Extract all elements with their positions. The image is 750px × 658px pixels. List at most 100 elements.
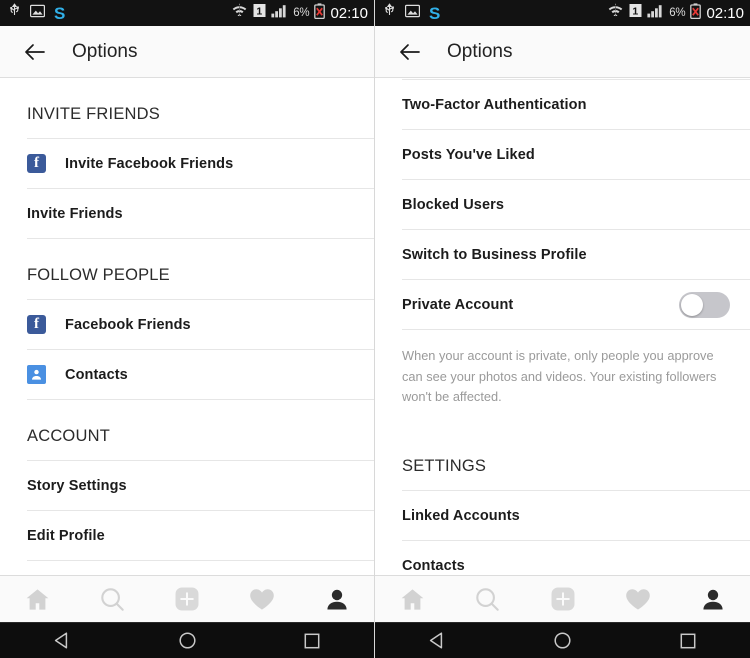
row-contacts[interactable]: Contacts	[0, 350, 374, 399]
dual-screenshot: S 1 6% 02:10 Options INVITE FRIENDS f In…	[0, 0, 750, 658]
row-label: Two-Factor Authentication	[402, 96, 587, 113]
private-account-helper-text: When your account is private, only peopl…	[402, 348, 717, 405]
add-post-icon	[551, 587, 574, 611]
row-label: Switch to Business Profile	[402, 246, 587, 263]
row-label: Private Account	[402, 296, 514, 313]
tab-profile[interactable]	[675, 588, 750, 611]
back-arrow-icon[interactable]	[397, 39, 423, 65]
row-invite-facebook-friends[interactable]: f Invite Facebook Friends	[0, 139, 374, 188]
battery-percent-label: 6%	[293, 7, 310, 19]
home-nav-icon	[178, 632, 196, 649]
nav-back-button[interactable]	[0, 631, 125, 650]
svg-text:1: 1	[633, 5, 639, 17]
signal-bars-icon	[271, 4, 288, 23]
left-screen: S 1 6% 02:10 Options INVITE FRIENDS f In…	[0, 0, 375, 658]
svg-text:1: 1	[257, 5, 263, 17]
status-bar-left: S	[383, 3, 440, 23]
row-invite-friends[interactable]: Invite Friends	[0, 189, 374, 238]
row-label: Posts You've Liked	[402, 146, 535, 163]
contacts-icon	[27, 365, 46, 384]
back-nav-icon	[429, 632, 443, 649]
search-icon	[100, 587, 124, 611]
battery-error-icon	[314, 2, 326, 24]
row-switch-to-business-profile[interactable]: Switch to Business Profile	[375, 230, 750, 279]
row-label: Facebook Friends	[65, 316, 191, 333]
wifi-icon	[607, 3, 624, 23]
page-title: Options	[447, 40, 513, 62]
left-settings-list[interactable]: INVITE FRIENDS f Invite Facebook Friends…	[0, 78, 374, 575]
nav-recents-button[interactable]	[249, 632, 374, 650]
clock-label: 02:10	[330, 4, 368, 22]
bottom-tab-bar[interactable]	[0, 575, 374, 622]
nav-recents-button[interactable]	[625, 632, 750, 650]
add-post-icon	[175, 587, 199, 611]
wifi-icon	[231, 3, 248, 23]
profile-icon	[326, 589, 347, 609]
section-header-follow-people: FOLLOW PEOPLE	[27, 266, 170, 284]
tab-add-post[interactable]	[525, 587, 600, 611]
row-label: Contacts	[65, 366, 128, 383]
status-bar-right: 1 6% 02:10	[607, 2, 744, 24]
clock-label: 02:10	[706, 4, 744, 22]
usb-icon	[383, 3, 396, 23]
recents-nav-icon	[680, 633, 695, 648]
status-bar: S 1 6% 02:10	[0, 0, 374, 26]
activity-heart-icon	[249, 588, 274, 610]
android-nav-bar[interactable]	[375, 622, 750, 658]
tab-profile[interactable]	[299, 588, 374, 611]
app-bar: Options	[375, 26, 750, 78]
nav-home-button[interactable]	[125, 631, 250, 650]
signal-bars-icon	[647, 4, 664, 23]
tab-activity[interactable]	[224, 588, 299, 611]
usb-icon	[8, 3, 21, 23]
row-story-settings[interactable]: Story Settings	[0, 461, 374, 510]
recents-nav-icon	[304, 633, 320, 648]
status-bar-right: 1 6% 02:10	[231, 2, 368, 24]
back-nav-icon	[54, 632, 67, 649]
tab-add-post[interactable]	[150, 587, 225, 611]
row-settings-contacts[interactable]: Contacts	[375, 541, 750, 575]
row-private-account[interactable]: Private Account	[375, 280, 750, 329]
screenshot-icon	[30, 4, 46, 23]
right-settings-list[interactable]: Two-Factor Authentication Posts You've L…	[375, 78, 750, 575]
row-two-factor-authentication[interactable]: Two-Factor Authentication	[375, 80, 750, 129]
profile-icon	[702, 589, 723, 609]
row-label: Blocked Users	[402, 196, 505, 213]
activity-heart-icon	[625, 588, 650, 610]
search-icon	[476, 587, 499, 611]
nav-back-button[interactable]	[375, 631, 500, 650]
bottom-tab-bar[interactable]	[375, 575, 750, 622]
row-facebook-friends[interactable]: f Facebook Friends	[0, 300, 374, 349]
home-icon	[26, 588, 49, 610]
section-header-settings: SETTINGS	[402, 457, 487, 476]
tab-search[interactable]	[75, 587, 150, 612]
row-posts-youve-liked[interactable]: Posts You've Liked	[375, 130, 750, 179]
facebook-icon: f	[27, 154, 46, 173]
toggle-knob	[681, 293, 703, 316]
divider	[27, 560, 374, 561]
row-blocked-users[interactable]: Blocked Users	[375, 180, 750, 229]
tab-home[interactable]	[375, 588, 450, 611]
android-nav-bar[interactable]	[0, 622, 374, 658]
back-arrow-icon[interactable]	[22, 39, 48, 65]
row-label: Edit Profile	[27, 527, 105, 544]
page-title: Options	[72, 40, 138, 62]
row-edit-profile[interactable]: Edit Profile	[0, 511, 374, 560]
nav-home-button[interactable]	[500, 631, 625, 650]
home-icon	[401, 588, 424, 610]
status-bar: S 1 6% 02:10	[375, 0, 750, 26]
section-header-invite-friends: INVITE FRIENDS	[27, 105, 160, 123]
tab-activity[interactable]	[600, 588, 675, 611]
screenshot-icon	[405, 4, 421, 23]
status-bar-left: S	[8, 3, 65, 23]
row-linked-accounts[interactable]: Linked Accounts	[375, 491, 750, 541]
row-label: Story Settings	[27, 477, 127, 494]
battery-percent-label: 6%	[669, 7, 686, 19]
tab-search[interactable]	[450, 587, 525, 612]
right-screen: S 1 6% 02:10 Options Two-Factor Authenti…	[375, 0, 750, 658]
row-label: Invite Friends	[27, 205, 123, 222]
private-account-toggle[interactable]	[679, 291, 730, 318]
tab-home[interactable]	[0, 588, 75, 611]
row-label: Linked Accounts	[402, 507, 520, 524]
row-label: Invite Facebook Friends	[65, 155, 234, 172]
